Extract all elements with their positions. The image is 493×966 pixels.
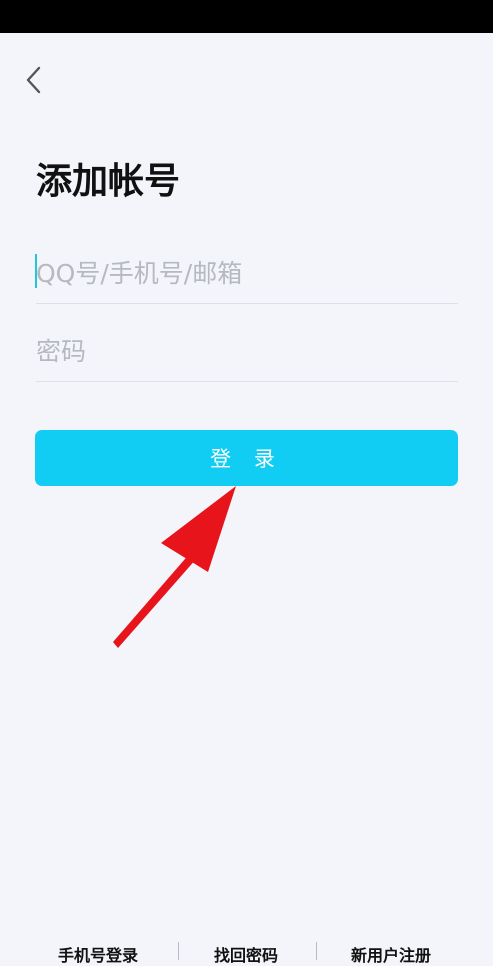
chevron-left-icon xyxy=(26,66,41,94)
login-button-label: 登 录 xyxy=(210,447,283,471)
account-field[interactable] xyxy=(35,244,458,304)
recover-password-link[interactable]: 找回密码 xyxy=(214,942,278,966)
footer-divider xyxy=(178,942,179,960)
register-link[interactable]: 新用户注册 xyxy=(351,942,431,966)
page-title: 添加帐号 xyxy=(36,161,181,202)
password-input[interactable] xyxy=(36,322,458,381)
arrow-head xyxy=(161,486,236,572)
login-button[interactable]: 登 录 xyxy=(35,430,458,486)
phone-login-link[interactable]: 手机号登录 xyxy=(58,942,138,966)
footer-divider xyxy=(316,942,317,960)
account-input[interactable] xyxy=(36,244,458,303)
footer-links: 手机号登录 找回密码 新用户注册 xyxy=(0,940,493,966)
status-bar xyxy=(0,0,493,33)
text-caret xyxy=(35,254,37,288)
password-field[interactable] xyxy=(36,322,458,382)
arrow-shaft xyxy=(113,552,197,648)
back-button[interactable] xyxy=(18,60,50,100)
